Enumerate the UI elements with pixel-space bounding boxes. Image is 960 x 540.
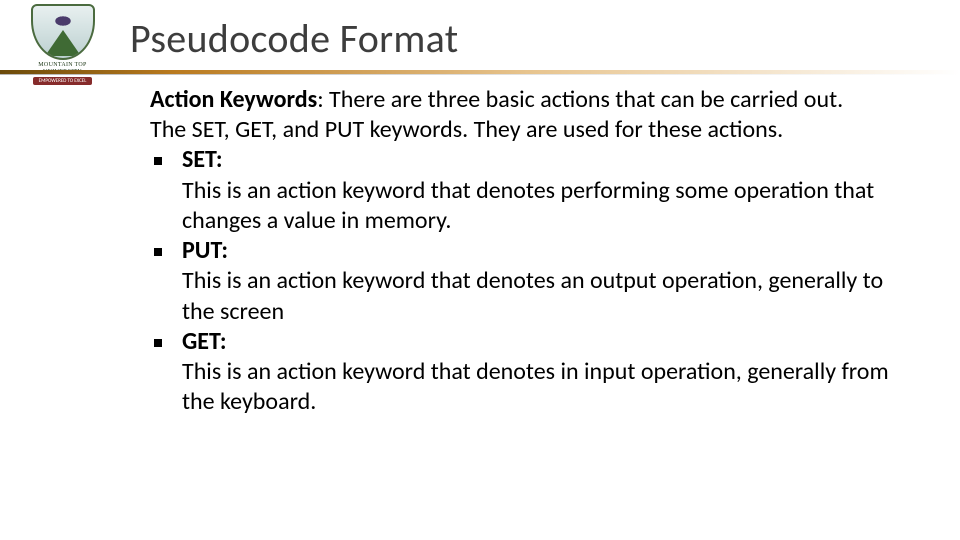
keyword-desc: This is an action keyword that denotes a… xyxy=(182,266,883,325)
bullet-icon xyxy=(154,157,162,165)
logo-line1: MOUNTAIN TOP xyxy=(38,62,86,68)
keyword-title: SET: xyxy=(182,145,223,174)
list-item: PUT: This is an action keyword that deno… xyxy=(150,236,920,327)
keyword-title: GET: xyxy=(182,327,227,356)
divider-thin xyxy=(0,74,960,75)
slide-title: Pseudocode Format xyxy=(130,14,458,63)
logo-shield-icon xyxy=(31,4,95,60)
intro-block: Action Keywords: There are three basic a… xyxy=(150,85,920,145)
intro-lead-rest: : There are three basic actions that can… xyxy=(317,85,843,114)
intro-lead-bold: Action Keywords xyxy=(150,85,317,114)
keyword-desc: This is an action keyword that denotes i… xyxy=(182,357,889,416)
mountain-icon xyxy=(45,30,81,56)
keyword-desc: This is an action keyword that denotes p… xyxy=(182,176,874,235)
list-item: SET: This is an action keyword that deno… xyxy=(150,145,920,236)
slide-body: Action Keywords: There are three basic a… xyxy=(150,85,920,418)
university-logo: MOUNTAIN TOP UNIVERSITY EMPOWERED TO EXC… xyxy=(10,4,115,94)
list-item: GET: This is an action keyword that deno… xyxy=(150,327,920,418)
bullet-icon xyxy=(154,339,162,347)
bullet-icon xyxy=(154,248,162,256)
keyword-title: PUT: xyxy=(182,236,228,265)
slide: MOUNTAIN TOP UNIVERSITY EMPOWERED TO EXC… xyxy=(0,0,960,540)
intro-lead: Action Keywords: There are three basic a… xyxy=(150,85,843,114)
logo-motto: EMPOWERED TO EXCEL xyxy=(33,77,93,85)
intro-line2: The SET, GET, and PUT keywords. They are… xyxy=(150,115,783,144)
